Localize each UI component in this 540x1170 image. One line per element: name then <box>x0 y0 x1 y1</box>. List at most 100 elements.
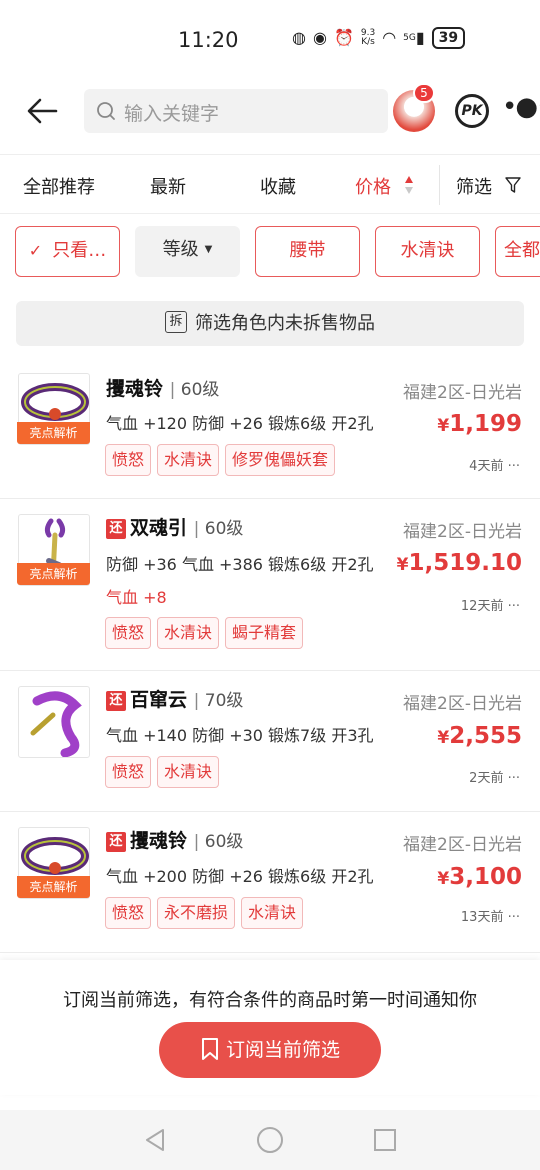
time-text: 4天前 <box>469 459 504 474</box>
listing-item[interactable]: 亮点解析 还攫魂铃 60级 福建2区-日光岩 气血 +200 防御 +26 锻炼… <box>0 812 540 953</box>
chip-label: 等级 <box>162 239 199 260</box>
status-time: 11:20 <box>178 28 239 52</box>
price-value: 3,100 <box>449 864 522 890</box>
item-server: 福建2区-日光岩 <box>403 835 522 855</box>
search-input[interactable]: 输入关键字 <box>84 89 388 133</box>
time-text: 2天前 <box>469 771 504 786</box>
battery-indicator: 39 <box>431 27 466 49</box>
nav-home-icon[interactable] <box>257 1127 283 1153</box>
unsplit-filter-banner[interactable]: 拆筛选角色内未拆售物品 <box>16 301 524 346</box>
item-price: ¥1,519.10 <box>397 550 522 576</box>
more-icon[interactable]: ··· <box>508 910 520 925</box>
item-time: 2天前 ··· <box>469 767 520 786</box>
time-text: 12天前 <box>460 599 504 614</box>
status-icons: ◍ ◉ ⏰ 9.3 K/s ◠ 5G▮ 39 <box>292 26 466 50</box>
item-thumbnail <box>18 686 90 758</box>
pk-icon[interactable]: PK <box>455 94 489 128</box>
item-tag: 愤怒 <box>105 756 152 788</box>
nav-back-icon[interactable] <box>144 1128 166 1152</box>
search-placeholder: 输入关键字 <box>124 103 220 125</box>
item-level: 60级 <box>194 519 244 539</box>
currency-symbol: ¥ <box>396 555 409 575</box>
sort-arrows-icon <box>405 176 413 194</box>
nfc-icon: ◍ <box>292 28 306 47</box>
tab-recommend[interactable]: 全部推荐 <box>23 173 95 199</box>
chip-level-dropdown[interactable]: 等级 ▼ <box>135 226 240 277</box>
item-tag: 蝎子精套 <box>225 617 304 649</box>
filter-funnel-icon[interactable] <box>505 177 521 193</box>
more-icon[interactable]: ··· <box>508 599 520 614</box>
more-options-icon[interactable]: •●• <box>502 92 540 122</box>
item-price: ¥2,555 <box>437 723 522 749</box>
cellular-signal-icon: 5G▮ <box>403 28 425 47</box>
item-level: 60级 <box>194 832 244 852</box>
more-icon[interactable]: ··· <box>508 459 520 474</box>
subscribe-button-label: 订阅当前筛选 <box>225 1039 340 1061</box>
system-nav-bar <box>0 1110 540 1170</box>
item-level: 60级 <box>170 380 220 400</box>
item-title: 还双魂引 60级 <box>106 513 243 540</box>
item-name: 攫魂铃 <box>130 830 188 852</box>
item-tag: 修罗傀儡妖套 <box>225 444 336 476</box>
item-tag: 水清诀 <box>157 756 220 788</box>
item-attributes: 气血 +140 防御 +30 锻炼7级 开3孔 <box>106 726 374 745</box>
return-badge: 还 <box>106 832 126 852</box>
item-server: 福建2区-日光岩 <box>403 694 522 714</box>
split-icon: 拆 <box>165 311 187 333</box>
item-server: 福建2区-日光岩 <box>403 522 522 542</box>
listing-item[interactable]: 亮点解析 攫魂铃 60级 福建2区-日光岩 气血 +120 防御 +26 锻炼6… <box>0 358 540 499</box>
tab-favorites[interactable]: 收藏 <box>260 173 296 199</box>
tab-latest[interactable]: 最新 <box>150 173 186 199</box>
tab-filter[interactable]: 筛选 <box>456 173 492 199</box>
chip-belt[interactable]: 腰带 <box>255 226 360 277</box>
subscribe-button[interactable]: 订阅当前筛选 <box>159 1022 381 1078</box>
item-attributes: 防御 +36 气血 +386 锻炼6级 开2孔 <box>106 555 374 574</box>
item-tag: 永不磨损 <box>157 897 236 929</box>
item-tag: 水清诀 <box>157 444 220 476</box>
item-name: 攫魂铃 <box>106 378 164 400</box>
listing-item[interactable]: 还百窜云 70级 福建2区-日光岩 气血 +140 防御 +30 锻炼7级 开3… <box>0 671 540 812</box>
chip-shuiqingjue[interactable]: 水清诀 <box>375 226 480 277</box>
item-attributes: 气血 +120 防御 +26 锻炼6级 开2孔 <box>106 414 374 433</box>
time-text: 13天前 <box>460 910 504 925</box>
more-icon[interactable]: ··· <box>508 771 520 786</box>
caret-down-icon: ▼ <box>204 244 213 255</box>
currency-symbol: ¥ <box>437 728 450 748</box>
item-extra-attribute: 气血 +8 <box>106 588 167 607</box>
item-tag: 愤怒 <box>105 617 152 649</box>
item-tags: 愤怒 水清诀 蝎子精套 <box>105 617 304 649</box>
price-value: 2,555 <box>449 723 522 749</box>
analysis-tag[interactable]: 亮点解析 <box>17 876 90 898</box>
item-title: 还百窜云 70级 <box>106 685 243 712</box>
banner-text: 筛选角色内未拆售物品 <box>195 313 375 334</box>
analysis-tag[interactable]: 亮点解析 <box>17 422 90 444</box>
back-arrow-icon[interactable] <box>26 96 58 126</box>
tabs-divider <box>439 165 440 205</box>
listing-item[interactable]: 亮点解析 还双魂引 60级 福建2区-日光岩 防御 +36 气血 +386 锻炼… <box>0 499 540 671</box>
eye-icon: ◉ <box>312 28 327 47</box>
sash-icon <box>30 691 82 757</box>
network-speed: 9.3 K/s <box>361 29 375 47</box>
subscribe-bar: 订阅当前筛选，有符合条件的商品时第一时间通知你 订阅当前筛选 <box>0 960 540 1095</box>
analysis-tag[interactable]: 亮点解析 <box>17 563 90 585</box>
item-tags: 愤怒 水清诀 <box>105 756 220 788</box>
bookmark-icon <box>201 1037 218 1060</box>
subscribe-text: 订阅当前筛选，有符合条件的商品时第一时间通知你 <box>63 990 477 1011</box>
chip-label: 只看… <box>52 240 107 261</box>
item-tag: 水清诀 <box>241 897 304 929</box>
return-badge: 还 <box>106 691 126 711</box>
return-badge: 还 <box>106 519 126 539</box>
item-time: 12天前 ··· <box>461 595 520 614</box>
item-tags: 愤怒 永不磨损 水清诀 <box>105 897 304 929</box>
network-speed-unit: K/s <box>361 37 375 47</box>
chip-all[interactable]: 全都 <box>495 226 540 277</box>
tab-price[interactable]: 价格 <box>355 173 391 199</box>
search-icon <box>97 102 115 120</box>
currency-symbol: ¥ <box>437 869 450 889</box>
chip-only-view[interactable]: ✓ 只看… <box>15 226 120 277</box>
price-value: 1,199 <box>449 411 522 437</box>
item-attributes: 气血 +200 防御 +26 锻炼6级 开2孔 <box>106 867 374 886</box>
check-icon: ✓ <box>28 241 43 260</box>
item-tag: 愤怒 <box>105 897 152 929</box>
nav-recents-icon[interactable] <box>374 1129 396 1151</box>
